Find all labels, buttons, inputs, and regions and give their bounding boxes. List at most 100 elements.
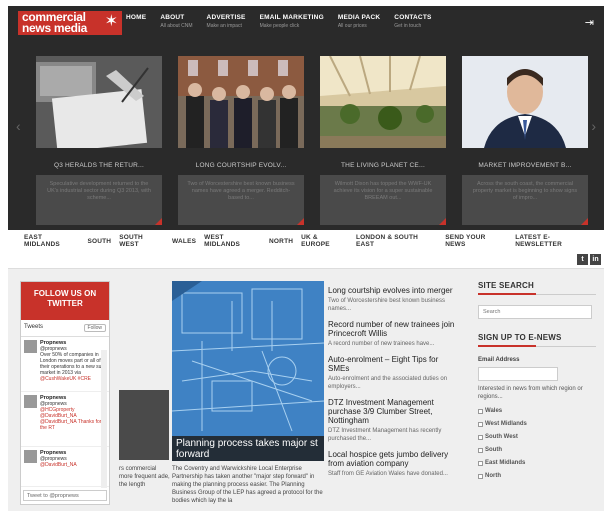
carousel-slide[interactable]: THE LIVING PLANET CE... Wilmott Dixon ha… [320,56,446,225]
region-link[interactable]: LONDON & SOUTH EAST [356,234,437,248]
news-item[interactable]: Local hospice gets jumbo delivery from a… [328,450,458,478]
nav-advertise[interactable]: ADVERTISE Make an impact [207,14,246,29]
nav-sub: Make an impact [206,23,242,29]
region-link[interactable]: SEND YOUR NEWS [445,234,507,248]
news-title[interactable]: DTZ Investment Management purchase 3/9 C… [328,398,458,425]
checkbox-label: East Midlands [485,460,526,466]
checkbox[interactable] [478,421,483,427]
main-nav: HOME ABOUT All about CNM ADVERTISE Make an… [126,14,446,29]
checkbox-label: South [485,447,502,453]
logout-icon[interactable]: ⇥ [585,16,594,29]
region-link[interactable]: WALES [172,238,196,245]
slide-image [320,56,446,148]
news-desc: Auto-enrolment and the associated duties… [328,376,448,390]
nav-label: HOME [126,14,147,21]
nav-contacts[interactable]: CONTACTS Get in touch [394,14,431,29]
feature-text: The Coventry and Warwickshire Local Ente… [172,466,323,504]
news-title[interactable]: Auto-enrolment – Eight Tips for SMEs [328,355,458,373]
carousel-slide[interactable]: Q3 HERALDS THE RETUR... Speculative deve… [36,56,162,225]
email-field[interactable] [478,367,558,381]
news-title[interactable]: Long courtship evolves into merger [328,286,458,295]
news-item[interactable]: Record number of new trainees join Princ… [328,320,458,348]
checkbox[interactable] [478,434,483,440]
nav-sub: All our prices [337,23,367,29]
slide-image [178,56,304,148]
slide-image [36,56,162,148]
region-nav: EAST MIDLANDS SOUTH SOUTH WEST WALES WES… [8,232,604,250]
checkbox[interactable] [478,473,483,479]
region-checkbox-row[interactable]: North [478,473,596,479]
slide-desc-text: Two of Worcestershire best known busines… [187,181,295,201]
feature-image[interactable] [172,281,324,461]
story-image[interactable] [119,390,169,460]
twitter-icon[interactable]: t [577,254,588,265]
tweet-link[interactable]: @HCGproperty @DavidBurt_NA @DavidBurt_NA… [40,407,101,431]
avatar [24,395,37,408]
region-checkbox-row[interactable]: South West [478,434,596,440]
tweet-link[interactable]: @CushWakeUK #CRE [40,376,91,382]
nav-email-marketing[interactable]: EMAIL MARKETING Make people click [260,14,324,29]
slide-title: Q3 HERALDS THE RETUR... [53,162,145,169]
news-desc: A record number of new trainees have... [328,341,435,347]
tweet-link[interactable]: @DavidBurt_NA [40,462,77,468]
slide-description: Across the south coast, the commercial p… [462,175,588,225]
slide-desc-text: Across the south coast, the commercial p… [472,181,578,201]
region-link[interactable]: NORTH [269,238,293,245]
region-checkbox-row[interactable]: East Midlands [478,460,596,466]
region-link[interactable]: SOUTH [87,238,111,245]
site-logo[interactable]: commercial news media ✶ [18,11,122,35]
tweet-item[interactable]: Propnews @propnews @DavidBurt_NA [21,447,109,487]
region-link[interactable]: WEST MIDLANDS [204,234,261,248]
linkedin-icon[interactable]: in [590,254,601,265]
checkbox[interactable] [478,460,483,466]
tweet-item[interactable]: Propnews @propnews @HCGproperty @DavidBu… [21,392,109,447]
news-item[interactable]: Auto-enrolment – Eight Tips for SMEs Auto… [328,355,458,391]
slide-desc-text: Wilmott Dixon has topped the WWF-UK achi… [333,181,433,201]
nav-sub: Get in touch [394,23,422,29]
search-input[interactable] [478,305,592,319]
carousel-prev-icon[interactable]: ‹ [16,118,21,134]
feature-caption[interactable]: Planning process takes major st forward [172,436,324,461]
email-label: Email Address [478,357,520,363]
nav-home[interactable]: HOME [126,14,146,29]
slide-corner-icon [155,218,162,225]
slide-title: LONG COURTSHIP EVOLV... [195,162,287,169]
sidebar: SITE SEARCH SIGN UP TO E-NEWS Email Addr… [478,281,596,479]
news-item[interactable]: DTZ Investment Management purchase 3/9 C… [328,398,458,443]
nav-about[interactable]: ABOUT All about CNM [160,14,192,29]
region-link[interactable]: LATEST E-NEWSLETTER [515,234,596,248]
region-link[interactable]: EAST MIDLANDS [24,234,79,248]
nav-label: EMAIL MARKETING [259,14,324,21]
region-checkbox-row[interactable]: West Midlands [478,421,596,427]
follow-button[interactable]: Follow [83,324,106,332]
tweet-item[interactable]: Propnews @propnews Over 50% of companies… [21,337,109,392]
nav-media-pack[interactable]: MEDIA PACK All our prices [338,14,380,29]
checkbox[interactable] [478,447,483,453]
checkbox[interactable] [478,408,483,414]
interest-label: Interested in news from which region or … [478,386,583,400]
checkbox-label: Wales [485,408,503,414]
nav-sub: Make people click [259,23,300,29]
carousel-slide[interactable]: LONG COURTSHIP EVOLV... Two of Worcester… [178,56,304,225]
tweet-compose-input[interactable]: Tweet to @propnews [23,490,107,501]
tweet-body: Propnews @propnews @DavidBurt_NA [40,450,106,483]
region-checkbox-row[interactable]: Wales [478,408,596,414]
tweet-body: Propnews @propnews @HCGproperty @DavidBu… [40,395,106,443]
tweet-body: Propnews @propnews Over 50% of companies… [40,340,106,388]
carousel-slide[interactable]: MARKET IMPROVEMENT B... Across the south… [462,56,588,225]
slide-description: Speculative development returned to the … [36,175,162,225]
enews-heading: SIGN UP TO E-NEWS [478,333,596,347]
news-desc: Two of Worcestershire best known busines… [328,298,445,312]
region-checkbox-row[interactable]: South [478,447,596,453]
region-link[interactable]: SOUTH WEST [119,234,164,248]
carousel-next-icon[interactable]: › [591,118,596,134]
checkbox-label: West Midlands [485,421,527,427]
news-title[interactable]: Record number of new trainees join Princ… [328,320,458,338]
nav-label: MEDIA PACK [337,14,381,21]
news-item[interactable]: Long courtship evolves into merger Two of… [328,286,458,313]
twitter-banner[interactable]: FOLLOW US ON TWITTER [21,282,109,320]
news-title[interactable]: Local hospice gets jumbo delivery from a… [328,450,458,468]
region-link[interactable]: UK & EUROPE [301,234,348,248]
tweets-scrollbar[interactable] [101,350,107,488]
slide-corner-icon [297,218,304,225]
